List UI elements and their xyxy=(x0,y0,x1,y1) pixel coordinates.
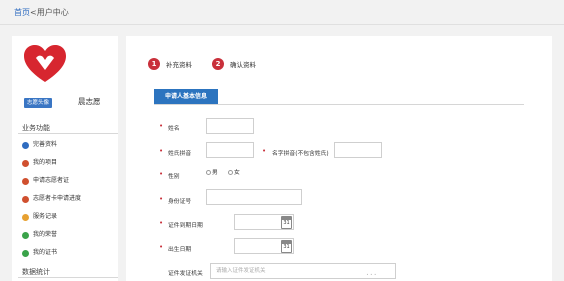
section-stats: 数据统计 xyxy=(18,266,118,278)
tab-underline xyxy=(154,104,524,105)
project-icon xyxy=(22,159,29,167)
sidebar-item-profile[interactable]: 完善资料 xyxy=(18,136,57,154)
given-pinyin-input[interactable] xyxy=(334,142,382,158)
user-name: 晨志愿 xyxy=(78,97,101,106)
breadcrumb: 首页<用户中心 xyxy=(14,7,69,18)
apply-icon xyxy=(22,177,29,185)
honor-icon xyxy=(22,231,29,239)
watermark: ... xyxy=(366,268,378,278)
volunteer-logo-icon xyxy=(22,44,68,86)
edit-icon xyxy=(22,141,29,149)
calendar-icon[interactable]: 31 xyxy=(281,240,292,253)
breadcrumb-current: 用户中心 xyxy=(36,8,69,17)
header-divider xyxy=(0,24,564,25)
issuer-label: 证件发证机关 xyxy=(168,271,203,277)
sidebar-item-service-records[interactable]: 服务记录 xyxy=(18,208,57,226)
required-mark: • xyxy=(159,195,164,203)
main-panel: 1 补充资料 2 确认资料 申请人基本信息 • 姓名 • 姓氏拼音 • 名字拼音(不… xyxy=(126,36,552,281)
gender-male-radio[interactable]: 男 xyxy=(206,167,218,176)
required-mark: • xyxy=(159,122,164,130)
id-number-label: 身份证号 xyxy=(168,199,192,205)
required-mark: • xyxy=(159,147,164,155)
applicant-info-tab[interactable]: 申请人基本信息 xyxy=(154,89,218,104)
sidebar-item-apply-cert[interactable]: 申请志愿者证 xyxy=(18,172,69,190)
breadcrumb-home[interactable]: 首页 xyxy=(14,8,30,17)
radio-icon xyxy=(228,170,233,175)
name-label: 姓名 xyxy=(168,126,180,132)
radio-icon xyxy=(206,170,211,175)
breadcrumb-sep: < xyxy=(30,8,37,17)
birth-date-label: 出生日期 xyxy=(168,247,192,253)
surname-pinyin-label: 姓氏拼音 xyxy=(168,151,192,157)
sidebar-item-card-progress[interactable]: 志愿者卡申请进度 xyxy=(18,190,81,208)
step-2: 2 确认资料 xyxy=(212,58,256,70)
sidebar-item-certificates[interactable]: 我的证书 xyxy=(18,244,57,262)
step-1: 1 补充资料 xyxy=(148,58,192,70)
calendar-icon[interactable]: 31 xyxy=(281,216,292,229)
sidebar-item-projects[interactable]: 我的项目 xyxy=(18,154,57,172)
certificate-icon xyxy=(22,249,29,257)
surname-pinyin-input[interactable] xyxy=(206,142,254,158)
section-business: 业务功能 xyxy=(18,122,118,134)
progress-icon xyxy=(22,195,29,203)
gender-female-radio[interactable]: 女 xyxy=(228,167,240,176)
records-icon xyxy=(22,213,29,221)
sidebar-item-honors[interactable]: 我的荣誉 xyxy=(18,226,57,244)
required-mark: • xyxy=(159,170,164,178)
given-pinyin-label: 名字拼音(不包含姓氏) xyxy=(272,151,329,157)
avatar-tag[interactable]: 志愿头像 xyxy=(24,98,52,108)
id-number-input[interactable] xyxy=(206,189,302,205)
gender-label: 性别 xyxy=(168,174,180,180)
required-mark: • xyxy=(159,219,164,227)
expiry-date-label: 证件到期日期 xyxy=(168,223,203,229)
name-input[interactable] xyxy=(206,118,254,134)
sidebar: 志愿头像 晨志愿 业务功能 完善资料 我的项目 申请志愿者证 志愿者卡申请进度 … xyxy=(12,36,118,281)
required-mark: • xyxy=(159,243,164,251)
required-mark: • xyxy=(262,147,267,155)
